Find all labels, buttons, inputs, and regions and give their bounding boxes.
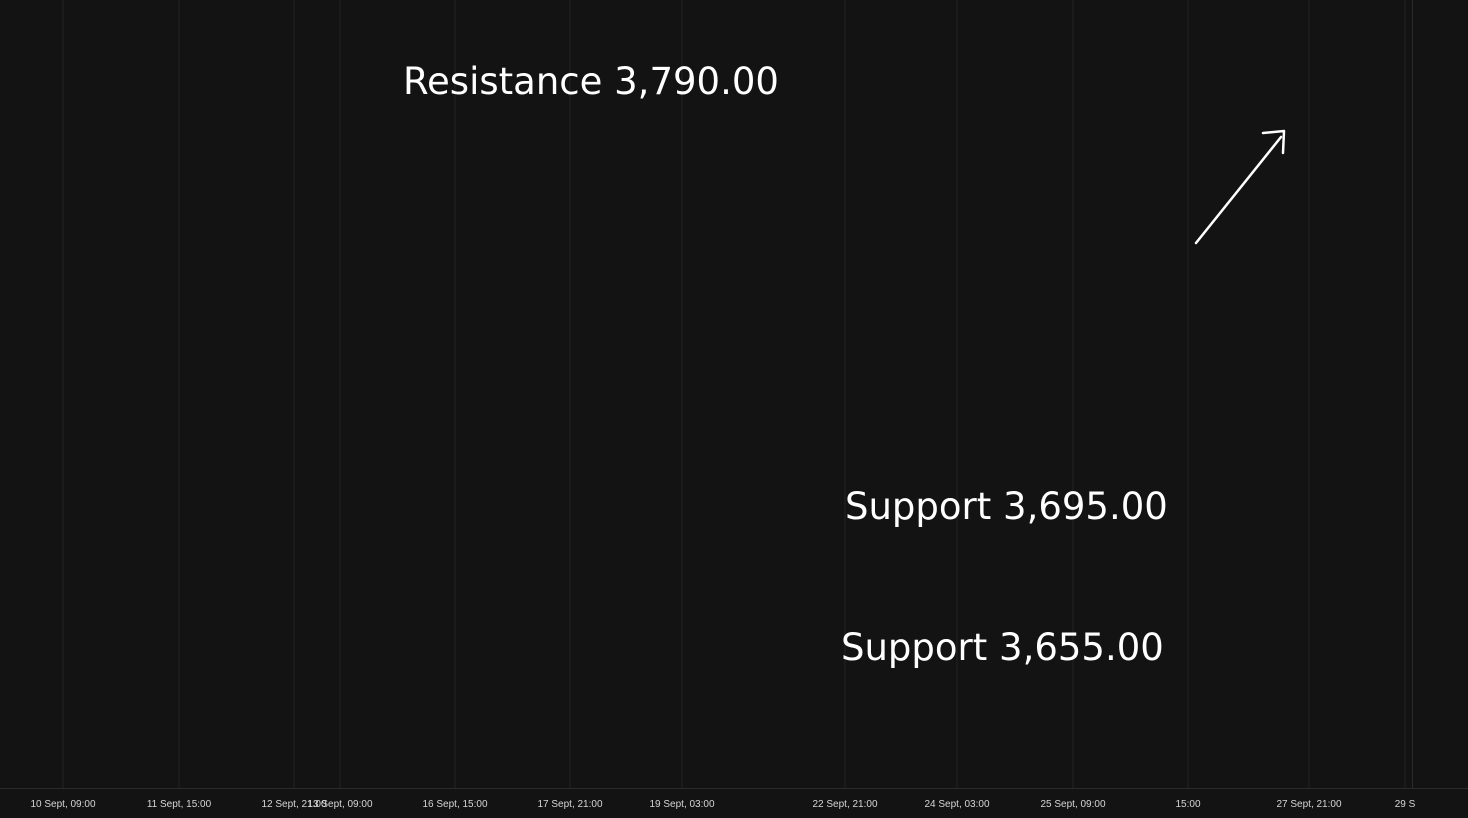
support-annotation-lower: Support 3,655.00 [841,626,1164,669]
time-tick-label: 16 Sept, 15:00 [422,799,487,810]
time-tick-label: 29 S [1395,799,1416,810]
time-tick-label: 24 Sept, 03:00 [924,799,989,810]
time-tick-label: 11 Sept, 15:00 [147,799,212,810]
time-axis[interactable]: 10 Sept, 09:00 11 Sept, 15:00 12 Sept, 21:… [0,788,1468,811]
time-tick-label: 15:00 [1175,799,1200,810]
price-axis[interactable]: 3600.003620.003640.003660.003680.003700.… [1412,0,1468,818]
time-tick-label: 10 Sept, 09:00 [30,799,95,810]
time-tick-label: 25 Sept, 09:00 [1040,799,1105,810]
time-tick-label: 19 Sept, 03:00 [649,799,714,810]
price-chart: 3790.003695.003655.00 3600.003620.003640… [0,0,1468,818]
chart-grid [62,0,1406,788]
time-tick-label: 13 Sept, 09:00 [307,799,372,810]
support-annotation-upper: Support 3,695.00 [845,485,1168,528]
time-tick-label: 22 Sept, 21:00 [812,799,877,810]
trend-arrow [1194,129,1286,245]
time-tick-label: 27 Sept, 21:00 [1276,799,1341,810]
price-axis-panel [1412,0,1468,818]
time-tick-label: 17 Sept, 21:00 [537,799,602,810]
resistance-annotation: Resistance 3,790.00 [403,60,779,103]
